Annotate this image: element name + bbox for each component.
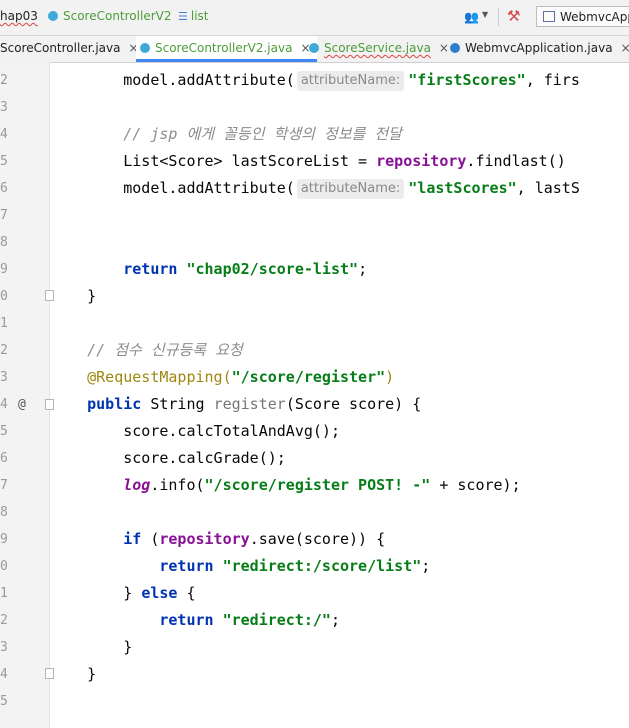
line-number: 8 <box>0 235 8 250</box>
breadcrumb-project[interactable]: hap03 <box>0 9 38 23</box>
code-line: return "redirect:/score/list"; <box>51 557 431 575</box>
code-line: List<Score> lastScoreList = repository.f… <box>51 152 566 170</box>
code-line: model.addAttribute(attributeName: "lastSc… <box>51 179 580 199</box>
tab-scoreservice[interactable]: ScoreService.java × <box>309 36 449 62</box>
editor-gutter[interactable]: 2 3 4 5 6 7 8 9 0 1 2 3 4 5 6 7 8 9 0 1 … <box>0 62 54 728</box>
method-icon: ☰ <box>178 10 188 23</box>
line-number: 9 <box>0 262 8 277</box>
line-number: 5 <box>0 154 8 169</box>
line-number: 2 <box>0 343 8 358</box>
breadcrumb-method[interactable]: ☰ list <box>178 9 209 23</box>
code-comment: // jsp 에게 꼴등인 학생의 정보를 전달 <box>51 125 402 143</box>
line-number: 8 <box>0 505 8 520</box>
code-line: } <box>51 665 97 683</box>
request-mapping-marker-icon[interactable]: @ <box>18 391 26 418</box>
code-comment: // 점수 신규등록 요청 <box>51 341 243 359</box>
tab-webmvcapplication[interactable]: WebmvcApplication.java × <box>450 36 629 62</box>
run-configuration-selector[interactable]: WebmvcApp <box>536 6 629 27</box>
run-config-icon <box>543 11 555 22</box>
parameter-hint: attributeName: <box>296 71 405 91</box>
line-number: 4 <box>0 667 8 682</box>
code-line: score.calcTotalAndAvg(); <box>51 422 340 440</box>
editor-tab-bar: ScoreController.java × ScoreControllerV2.… <box>0 36 629 63</box>
code-line: } <box>51 287 97 305</box>
line-number: 1 <box>0 316 8 331</box>
line-number: 4 <box>0 127 8 142</box>
build-hammer-icon[interactable]: ⚒ <box>507 7 520 25</box>
navigation-bar: hap03 ScoreControllerV2 ☰ list 👥 ▼ ⚒ Webm… <box>0 0 629 36</box>
code-line: @RequestMapping("/score/register") <box>51 368 395 386</box>
code-editor[interactable]: model.addAttribute(attributeName: "firstS… <box>51 62 629 728</box>
line-number: 0 <box>0 559 8 574</box>
chevron-down-icon[interactable]: ▼ <box>482 10 488 19</box>
line-number: 3 <box>0 370 8 385</box>
users-icon[interactable]: 👥 <box>464 10 479 24</box>
line-number: 1 <box>0 586 8 601</box>
code-line: return "chap02/score-list"; <box>51 260 368 278</box>
line-number: 5 <box>0 424 8 439</box>
code-line: return "redirect:/"; <box>51 611 340 629</box>
class-icon <box>309 43 319 53</box>
code-line: model.addAttribute(attributeName: "firstS… <box>51 71 580 91</box>
line-number: 6 <box>0 451 8 466</box>
tab-scorecontroller[interactable]: ScoreController.java × <box>0 36 139 62</box>
line-number: 3 <box>0 100 8 115</box>
line-number: 7 <box>0 208 8 223</box>
toolbar-separator <box>498 8 499 26</box>
code-line: public String register(Score score) { <box>51 395 422 413</box>
line-number: 7 <box>0 478 8 493</box>
class-icon <box>450 43 460 53</box>
code-line: score.calcGrade(); <box>51 449 286 467</box>
line-number: 4 <box>0 397 8 412</box>
code-line: if (repository.save(score)) { <box>51 530 386 548</box>
line-number: 2 <box>0 73 8 88</box>
code-line: } else { <box>51 584 196 602</box>
class-icon <box>48 11 58 21</box>
line-number: 9 <box>0 532 8 547</box>
class-icon <box>140 43 150 53</box>
code-line: log.info("/score/register POST! -" + sco… <box>51 476 521 494</box>
close-icon[interactable]: × <box>621 41 629 55</box>
code-line: } <box>51 638 133 656</box>
parameter-hint: attributeName: <box>296 179 405 199</box>
line-number: 3 <box>0 640 8 655</box>
line-number: 6 <box>0 181 8 196</box>
close-icon[interactable]: × <box>439 41 449 55</box>
tab-scorecontrollerv2[interactable]: ScoreControllerV2.java × <box>136 36 317 62</box>
line-number: 2 <box>0 613 8 628</box>
breadcrumb-class[interactable]: ScoreControllerV2 <box>48 9 171 23</box>
line-number: 0 <box>0 289 8 304</box>
line-number: 5 <box>0 694 8 709</box>
